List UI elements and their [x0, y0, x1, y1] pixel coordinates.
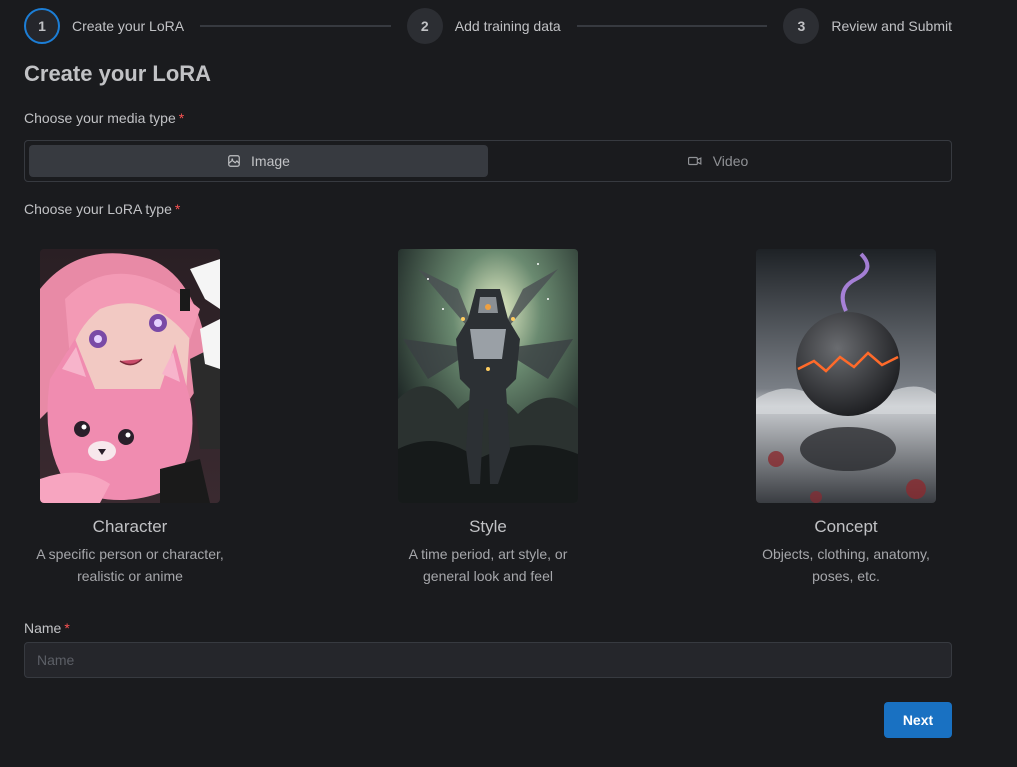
media-option-label: Image [251, 153, 290, 169]
name-input[interactable] [24, 642, 952, 678]
step-number: 2 [406, 8, 443, 44]
page-title: Create your LoRA [24, 61, 212, 86]
step-label: Review and Submit [831, 18, 953, 34]
lora-type-title: Concept [814, 517, 878, 536]
name-label: Name * [24, 620, 70, 636]
lora-type-concept[interactable]: Concept Objects, clothing, anatomy, pose… [740, 233, 952, 593]
name-label-text: Name [24, 620, 62, 636]
step-add-training-data[interactable]: 2 Add training data [406, 8, 561, 44]
step-number: 3 [783, 8, 820, 44]
lora-type-character[interactable]: Character A specific person or character… [24, 233, 236, 593]
lora-type-title: Character [92, 517, 168, 536]
stepper: 1 Create your LoRA 2 Add training data 3… [24, 8, 952, 44]
media-type-label-text: Choose your media type [24, 110, 176, 126]
next-button[interactable]: Next [884, 702, 952, 738]
concept-preview-image [756, 249, 936, 503]
step-separator [576, 25, 768, 27]
lora-type-style[interactable]: Style A time period, art style, or gener… [382, 233, 594, 593]
character-preview-image [40, 249, 220, 503]
photo-icon [228, 155, 240, 167]
required-mark: * [178, 110, 185, 126]
media-type-selector: Image Video [24, 140, 952, 182]
media-option-label: Video [712, 153, 749, 169]
step-create-lora[interactable]: 1 Create your LoRA [24, 8, 184, 44]
lora-type-title: Style [469, 517, 507, 536]
step-label: Create your LoRA [72, 18, 185, 34]
video-icon [687, 156, 702, 166]
lora-type-label-text: Choose your LoRA type [24, 201, 172, 217]
media-option-image[interactable]: Image [29, 145, 488, 177]
style-preview-image [398, 249, 578, 503]
lora-type-description: A time period, art style, or general loo… [408, 546, 568, 584]
step-review-submit[interactable]: 3 Review and Submit [783, 8, 952, 44]
media-option-video[interactable]: Video [488, 145, 947, 177]
lora-type-description: A specific person or character, realisti… [36, 546, 224, 584]
required-mark: * [174, 201, 181, 217]
step-number: 1 [24, 8, 60, 44]
step-separator [200, 25, 391, 27]
lora-type-options: Character A specific person or character… [24, 233, 952, 593]
step-label: Add training data [454, 18, 561, 34]
lora-type-description: Objects, clothing, anatomy, poses, etc. [762, 546, 930, 584]
lora-type-label: Choose your LoRA type * [24, 201, 180, 217]
media-type-label: Choose your media type * [24, 110, 184, 126]
required-mark: * [64, 620, 70, 636]
